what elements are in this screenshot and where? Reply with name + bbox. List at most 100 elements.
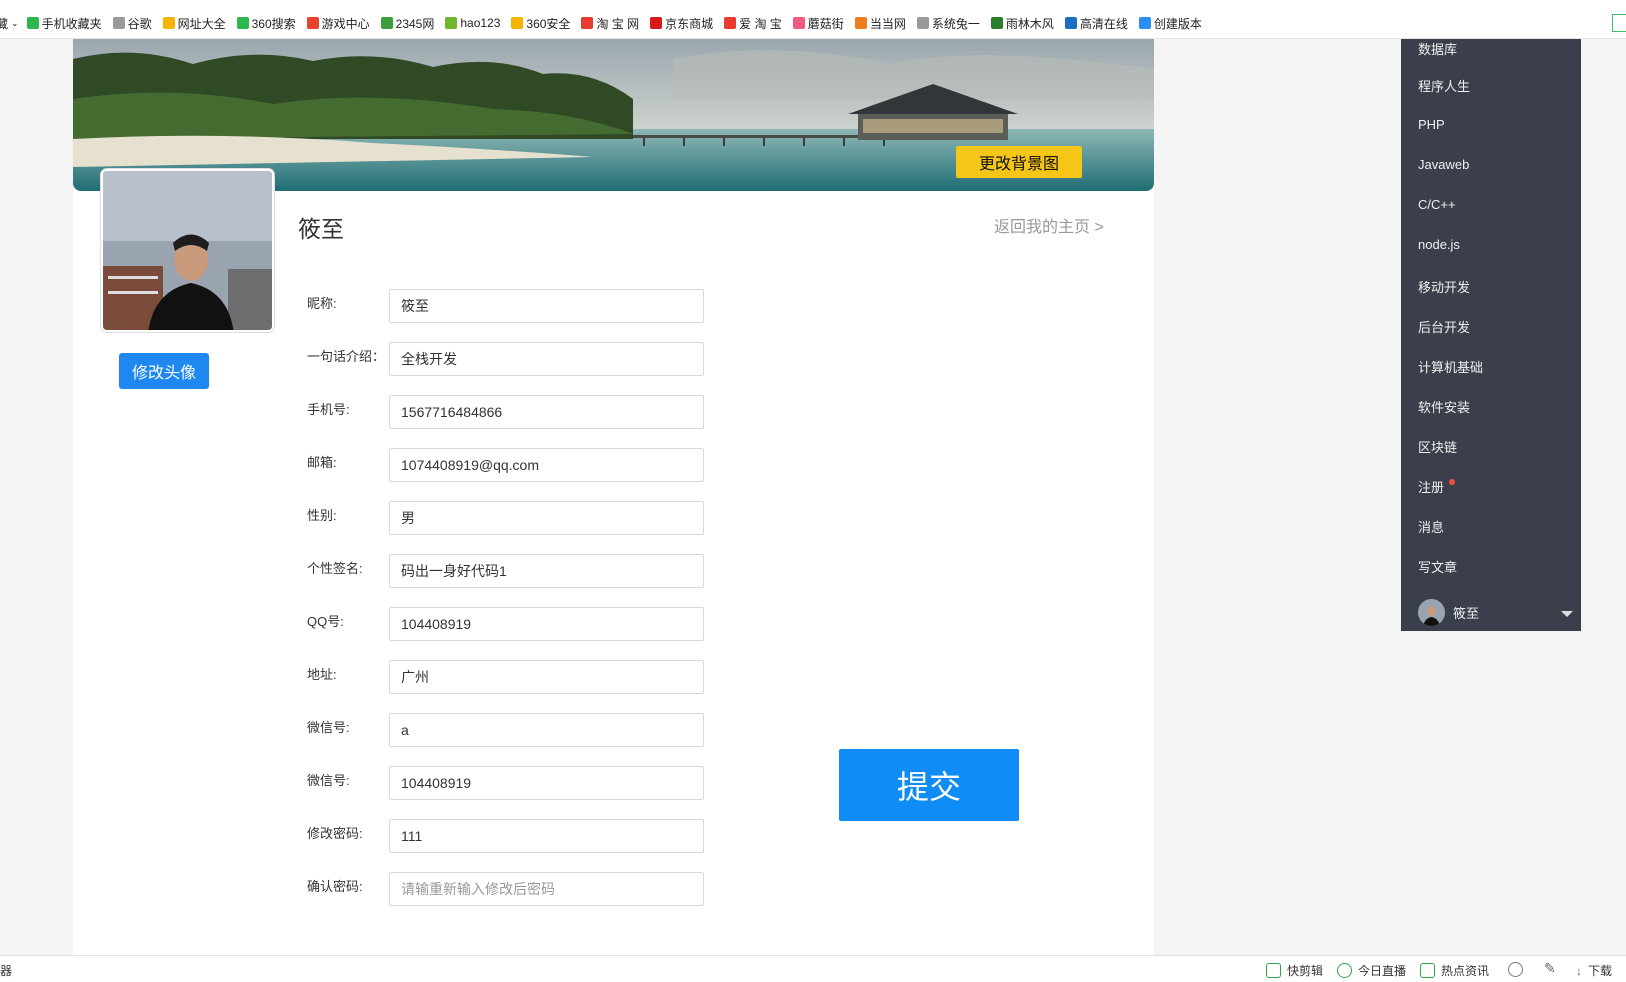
bookmark-item[interactable]: 游戏中心 — [306, 15, 370, 32]
pin-icon[interactable]: ✎ — [1544, 960, 1556, 977]
bookmark-favicon-icon — [854, 17, 867, 29]
bookmark-favorites-label: 藏 — [0, 15, 8, 32]
menu-item[interactable]: 消息 — [1418, 517, 1444, 536]
menu-item[interactable]: PHP — [1418, 117, 1445, 132]
menu-item[interactable]: 区块链 — [1418, 437, 1457, 456]
bookmark-favicon-icon — [724, 17, 737, 29]
bookmark-item[interactable]: 淘 宝 网 — [581, 15, 639, 32]
bookmark-label: hao123 — [460, 16, 501, 30]
bookmark-label: 360安全 — [526, 16, 571, 31]
menu-item-label: 数据库 — [1418, 42, 1458, 57]
bookmark-favicon-icon — [380, 17, 393, 29]
field-label: 微信号: — [307, 773, 350, 788]
user-avatar — [1418, 599, 1445, 626]
profile-username: 筱至 — [298, 216, 344, 242]
bookmark-item[interactable]: 360安全 — [511, 15, 570, 32]
bookmark-label: 网址大全 — [177, 16, 226, 31]
bookmark-favorites-menu[interactable]: 藏 ⌄ — [0, 15, 19, 32]
menu-item[interactable]: Javaweb — [1418, 157, 1469, 172]
field-input[interactable] — [389, 395, 704, 429]
menu-item[interactable]: node.js — [1418, 237, 1460, 252]
refresh-icon[interactable] — [1508, 962, 1523, 977]
field-label: 确认密码: — [307, 879, 363, 894]
change-avatar-button[interactable]: 修改头像 — [119, 353, 209, 389]
menu-item[interactable]: 程序人生 — [1418, 76, 1470, 95]
bookmark-favicon-icon — [26, 17, 39, 29]
bookmark-item[interactable]: hao123 — [445, 16, 500, 30]
bookmark-item[interactable]: 高清在线 — [1064, 15, 1128, 32]
window-top-strip — [0, 0, 1626, 8]
bookmark-item[interactable]: 创建版本 — [1138, 15, 1202, 32]
bookmark-item[interactable]: 京东商城 — [650, 15, 713, 32]
notification-dot — [1449, 479, 1456, 485]
user-menu[interactable]: 筱至 — [1418, 599, 1479, 626]
field-input[interactable] — [389, 819, 704, 853]
submit-button[interactable]: 提交 — [839, 749, 1019, 821]
bookmark-item[interactable]: 360搜索 — [236, 15, 296, 32]
bookmark-favicon-icon — [445, 17, 458, 29]
bookmark-label: 京东商城 — [665, 16, 714, 31]
bookmark-favicon-icon — [112, 17, 125, 29]
bookmark-item[interactable]: 蘑菇街 — [792, 15, 844, 32]
bookmark-item[interactable]: 雨林木风 — [990, 15, 1054, 32]
bookmark-item[interactable]: 网址大全 — [162, 15, 226, 32]
bookmark-item[interactable]: 谷歌 — [112, 15, 152, 32]
profile-avatar — [101, 169, 274, 332]
field-input[interactable] — [389, 448, 704, 482]
bookmark-item[interactable]: 系统兔一 — [916, 15, 980, 32]
bookmark-label: 360搜索 — [251, 16, 296, 31]
menu-item[interactable]: 写文章 — [1418, 557, 1457, 576]
menu-item-label: 移动开发 — [1418, 280, 1471, 295]
user-menu-name: 筱至 — [1453, 606, 1480, 621]
field-input[interactable] — [389, 766, 704, 800]
menu-item[interactable]: 软件安装 — [1418, 397, 1470, 416]
field-label: 昵称: — [307, 296, 337, 311]
form-row: 一句话介绍： — [307, 342, 707, 376]
menu-item[interactable]: 移动开发 — [1418, 277, 1470, 296]
field-input[interactable] — [389, 554, 704, 588]
field-input[interactable] — [389, 660, 704, 694]
bookmark-item[interactable]: 2345网 — [380, 15, 434, 32]
bookmarks-bar: 藏 ⌄ 手机收藏夹 谷歌 网址大全 360搜索 游戏中心 2345网 hao123 360安全… — [0, 8, 1626, 39]
menu-item-label: 消息 — [1418, 520, 1445, 535]
menu-item-label: Javaweb — [1418, 157, 1470, 172]
bookmark-favicon-icon — [306, 17, 319, 29]
menu-item[interactable]: C/C++ — [1418, 197, 1456, 212]
bookmark-label: 当当网 — [869, 16, 906, 31]
field-input[interactable] — [389, 607, 704, 641]
status-item-live[interactable]: 今日直播 — [1337, 962, 1406, 979]
change-background-button[interactable]: 更改背景图 — [956, 146, 1082, 178]
side-nav-menu: 数据库程序人生 PHP Javaweb C/C++ node.js 移动开发后台开发计算机… — [1401, 39, 1581, 631]
status-item-download[interactable]: ↓ 下载 — [1576, 962, 1612, 979]
field-label: 性别: — [307, 508, 337, 523]
field-input[interactable] — [389, 872, 704, 906]
menu-item-label: node.js — [1418, 237, 1460, 252]
menu-item[interactable]: 注册 — [1418, 477, 1456, 496]
menu-item[interactable]: 计算机基础 — [1418, 357, 1483, 376]
bookmark-item[interactable]: 爱 淘 宝 — [724, 15, 782, 32]
bookmark-label: 谷歌 — [127, 16, 152, 31]
menu-item-label: 写文章 — [1418, 560, 1458, 575]
field-label: 手机号: — [307, 402, 350, 417]
field-label: 一句话介绍： — [307, 349, 386, 364]
menu-item-label: 软件安装 — [1418, 400, 1471, 415]
back-to-homepage-link[interactable]: 返回我的主页 > — [994, 213, 1104, 237]
status-item-news[interactable]: 热点资讯 — [1420, 962, 1489, 979]
bookmark-label: 爱 淘 宝 — [739, 16, 782, 31]
bookmark-item[interactable]: 手机收藏夹 — [26, 15, 102, 32]
status-item-quick-clip[interactable]: 快剪辑 — [1266, 962, 1323, 979]
field-input[interactable] — [389, 289, 704, 323]
field-input[interactable] — [389, 501, 704, 535]
bookmark-item[interactable]: 当当网 — [854, 15, 906, 32]
menu-item[interactable]: 后台开发 — [1418, 317, 1470, 336]
menu-item[interactable]: 数据库 — [1418, 39, 1457, 58]
field-input[interactable] — [389, 713, 704, 747]
form-row: 昵称: — [307, 289, 707, 323]
chevron-down-icon: ⌄ — [11, 17, 19, 28]
field-input[interactable] — [389, 342, 704, 376]
form-row: 性别: — [307, 501, 707, 535]
bookmark-label: 蘑菇街 — [807, 16, 844, 31]
form-row: 地址: — [307, 660, 707, 694]
caret-down-icon[interactable] — [1561, 611, 1573, 617]
form-row: QQ号: — [307, 607, 707, 641]
